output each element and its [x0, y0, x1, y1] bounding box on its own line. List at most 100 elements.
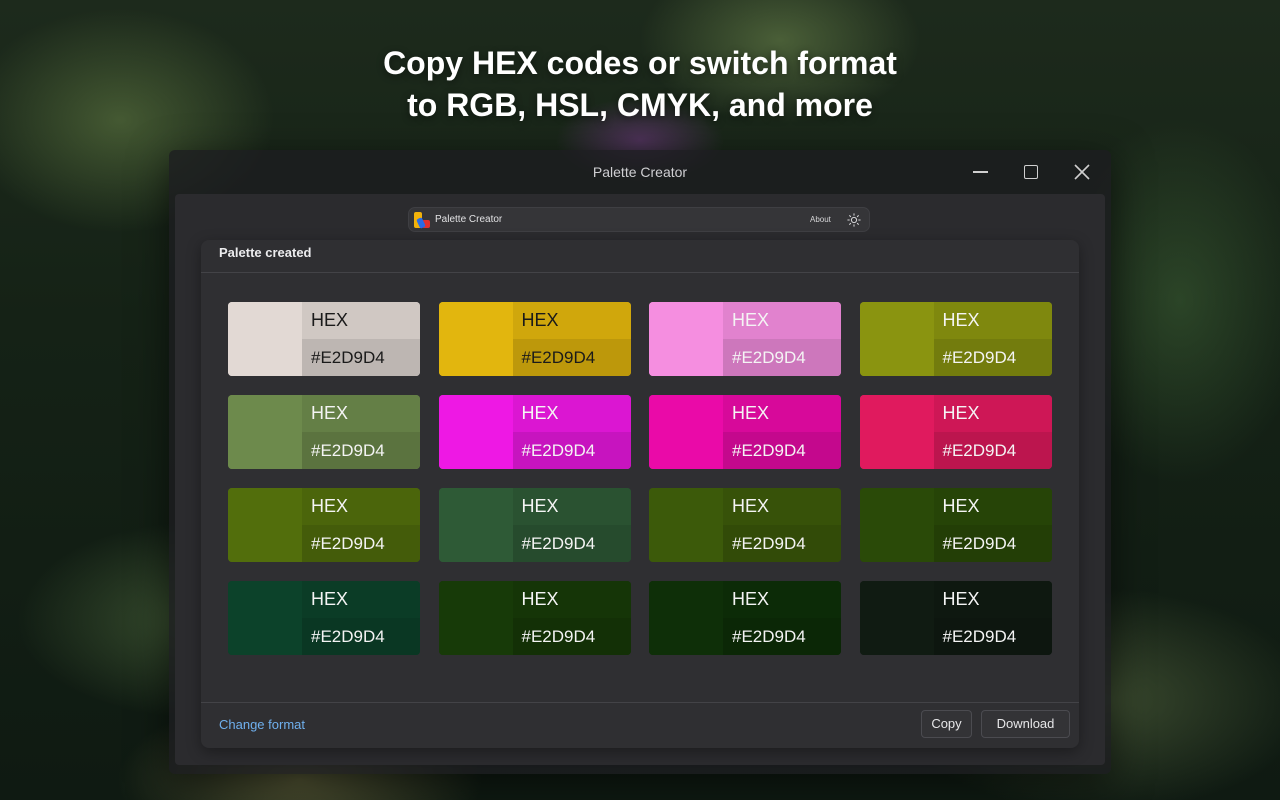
swatch-format-label: HEX [723, 302, 841, 339]
swatch-color-block [859, 581, 934, 655]
swatch-color-value[interactable]: #E2D9D4 [723, 339, 841, 376]
color-swatch[interactable]: HEX #E2D9D4 [438, 395, 631, 469]
color-swatch[interactable]: HEX #E2D9D4 [228, 395, 420, 469]
swatch-info-panel: HEX #E2D9D4 [512, 488, 631, 562]
footer-divider [201, 702, 1079, 703]
swatch-color-block [438, 395, 513, 469]
maximize-icon [1024, 165, 1038, 179]
about-link[interactable]: About [810, 215, 831, 224]
color-swatch[interactable]: HEX #E2D9D4 [228, 581, 420, 655]
swatch-color-block [859, 302, 934, 376]
color-swatch[interactable]: HEX #E2D9D4 [438, 488, 631, 562]
swatch-color-value[interactable]: #E2D9D4 [723, 618, 841, 655]
headline-line-1: Copy HEX codes or switch format [383, 45, 897, 81]
swatch-format-label: HEX [512, 302, 631, 339]
swatch-color-value[interactable]: #E2D9D4 [302, 618, 420, 655]
swatch-format-label: HEX [933, 488, 1052, 525]
swatch-info-panel: HEX #E2D9D4 [302, 395, 420, 469]
minimize-button[interactable] [963, 158, 997, 186]
card-title: Palette created [219, 245, 312, 260]
swatch-format-label: HEX [512, 581, 631, 618]
swatch-color-value[interactable]: #E2D9D4 [512, 432, 631, 469]
swatch-color-block [649, 302, 723, 376]
swatch-format-label: HEX [723, 488, 841, 525]
color-swatch[interactable]: HEX #E2D9D4 [649, 395, 841, 469]
color-swatch[interactable]: HEX #E2D9D4 [438, 581, 631, 655]
swatch-color-value[interactable]: #E2D9D4 [933, 432, 1052, 469]
close-button[interactable] [1065, 158, 1099, 186]
swatch-info-panel: HEX #E2D9D4 [512, 395, 631, 469]
swatch-format-label: HEX [302, 395, 420, 432]
color-swatch[interactable]: HEX #E2D9D4 [859, 302, 1052, 376]
swatch-color-block [438, 302, 513, 376]
color-swatch[interactable]: HEX #E2D9D4 [649, 302, 841, 376]
navbar-brand[interactable]: Palette Creator [435, 214, 502, 225]
color-swatch[interactable]: HEX #E2D9D4 [859, 488, 1052, 562]
headline: Copy HEX codes or switch format to RGB, … [0, 42, 1280, 126]
swatch-color-value[interactable]: #E2D9D4 [512, 339, 631, 376]
swatch-color-block [649, 488, 723, 562]
swatch-info-panel: HEX #E2D9D4 [302, 488, 420, 562]
color-swatch[interactable]: HEX #E2D9D4 [228, 302, 420, 376]
swatch-color-block [649, 395, 723, 469]
swatch-format-label: HEX [933, 395, 1052, 432]
swatch-info-panel: HEX #E2D9D4 [933, 302, 1052, 376]
app-content: Palette Creator About Palette created HE… [175, 194, 1105, 765]
swatch-info-panel: HEX #E2D9D4 [512, 581, 631, 655]
swatch-color-value[interactable]: #E2D9D4 [512, 618, 631, 655]
swatch-format-label: HEX [302, 302, 420, 339]
swatch-color-value[interactable]: #E2D9D4 [302, 339, 420, 376]
app-window: Palette Creator Palette Creator About Pa… [169, 150, 1111, 774]
swatch-color-value[interactable]: #E2D9D4 [302, 432, 420, 469]
swatch-color-block [859, 488, 934, 562]
swatch-format-label: HEX [723, 581, 841, 618]
maximize-button[interactable] [1014, 158, 1048, 186]
swatch-color-block [228, 581, 302, 655]
swatch-color-value[interactable]: #E2D9D4 [302, 525, 420, 562]
swatch-info-panel: HEX #E2D9D4 [933, 395, 1052, 469]
headline-line-2: to RGB, HSL, CMYK, and more [407, 87, 873, 123]
palette-card: Palette created HEX #E2D9D4 HEX #E2D9D4 HEX #… [201, 240, 1079, 748]
color-swatch[interactable]: HEX #E2D9D4 [649, 581, 841, 655]
swatch-color-block [228, 488, 302, 562]
download-button[interactable]: Download [981, 710, 1070, 738]
swatch-info-panel: HEX #E2D9D4 [302, 302, 420, 376]
color-swatch[interactable]: HEX #E2D9D4 [438, 302, 631, 376]
header-divider [201, 272, 1079, 273]
color-swatch[interactable]: HEX #E2D9D4 [859, 581, 1052, 655]
swatch-color-value[interactable]: #E2D9D4 [512, 525, 631, 562]
swatch-info-panel: HEX #E2D9D4 [512, 302, 631, 376]
swatch-color-block [228, 302, 302, 376]
swatch-color-value[interactable]: #E2D9D4 [933, 339, 1052, 376]
change-format-link[interactable]: Change format [219, 717, 305, 732]
swatch-format-label: HEX [933, 581, 1052, 618]
swatch-color-value[interactable]: #E2D9D4 [723, 432, 841, 469]
color-swatch[interactable]: HEX #E2D9D4 [649, 488, 841, 562]
swatch-format-label: HEX [512, 395, 631, 432]
sun-icon[interactable] [847, 213, 861, 227]
swatch-format-label: HEX [933, 302, 1052, 339]
title-bar: Palette Creator [169, 150, 1111, 194]
app-logo-icon [414, 212, 430, 229]
swatch-info-panel: HEX #E2D9D4 [723, 395, 841, 469]
swatch-color-block [649, 581, 723, 655]
swatch-color-block [228, 395, 302, 469]
swatch-color-block [438, 488, 513, 562]
swatch-color-value[interactable]: #E2D9D4 [933, 525, 1052, 562]
swatch-info-panel: HEX #E2D9D4 [723, 488, 841, 562]
swatch-color-value[interactable]: #E2D9D4 [723, 525, 841, 562]
close-icon [1074, 164, 1090, 180]
color-swatch[interactable]: HEX #E2D9D4 [228, 488, 420, 562]
color-swatch[interactable]: HEX #E2D9D4 [859, 395, 1052, 469]
swatch-color-block [438, 581, 513, 655]
swatch-color-value[interactable]: #E2D9D4 [933, 618, 1052, 655]
swatch-info-panel: HEX #E2D9D4 [302, 581, 420, 655]
swatch-info-panel: HEX #E2D9D4 [723, 302, 841, 376]
swatch-info-panel: HEX #E2D9D4 [723, 581, 841, 655]
swatch-format-label: HEX [302, 581, 420, 618]
copy-button[interactable]: Copy [921, 710, 972, 738]
swatch-info-panel: HEX #E2D9D4 [933, 581, 1052, 655]
minimize-icon [972, 171, 988, 173]
swatch-format-label: HEX [512, 488, 631, 525]
swatch-format-label: HEX [723, 395, 841, 432]
